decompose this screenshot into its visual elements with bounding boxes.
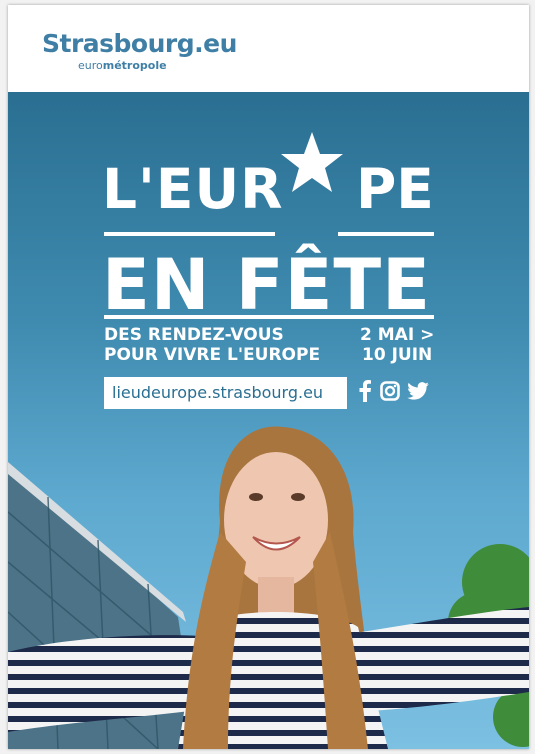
facebook-icon[interactable]	[358, 380, 372, 402]
logo-sub-bold: métropole	[102, 59, 167, 72]
website-link[interactable]: lieudeurope.strasbourg.eu	[104, 377, 347, 409]
title-line1-right: PE	[356, 157, 434, 221]
twitter-icon[interactable]	[407, 382, 429, 400]
poster: Strasbourg.eu eurométropole L'EUR PE EN …	[8, 5, 529, 749]
eurometropole-logo: eurométropole	[78, 59, 167, 72]
dates-line2: 10 JUIN	[362, 345, 433, 366]
title-rule-top	[104, 232, 275, 236]
subtitle-line1: DES RENDEZ-VOUS	[104, 325, 284, 345]
dates-line1: 2 MAI >	[360, 325, 435, 345]
strasbourg-logo[interactable]: Strasbourg.eu	[42, 29, 237, 58]
title-rule-top-right	[338, 232, 434, 236]
star-icon	[281, 132, 343, 192]
title-line1-left: L'EUR	[102, 157, 284, 221]
subtitle-line2: POUR VIVRE L'EUROPE	[104, 345, 321, 366]
photo-scene: L'EUR PE EN FÊTE DES RENDEZ-VOUS POUR VI…	[8, 92, 529, 749]
subtitle: DES RENDEZ-VOUS POUR VIVRE L'EUROPE	[104, 325, 320, 366]
title-line2: EN FÊTE	[102, 244, 431, 326]
logo-sub-prefix: euro	[78, 59, 103, 72]
dates: 2 MAI > 10 JUIN	[360, 325, 434, 366]
header: Strasbourg.eu eurométropole	[8, 5, 529, 92]
instagram-icon[interactable]	[380, 381, 400, 401]
title-rule-bottom	[104, 315, 434, 319]
